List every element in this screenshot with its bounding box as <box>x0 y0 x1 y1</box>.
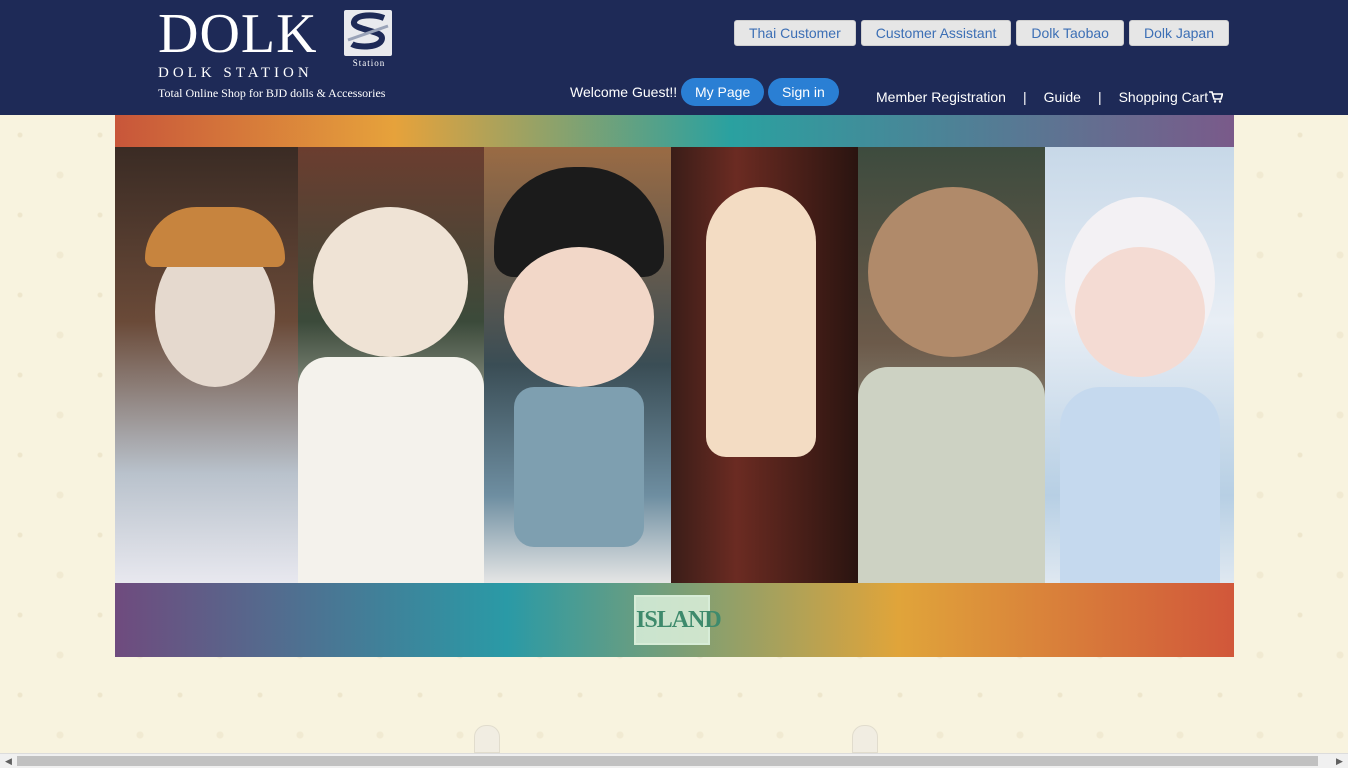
logo-mark-caption: Station <box>352 58 386 68</box>
customer-assistant-button[interactable]: Customer Assistant <box>860 20 1012 46</box>
nav-separator: | <box>1022 89 1027 105</box>
doll-photo-1 <box>115 147 298 583</box>
header-nav: Member Registration | Guide | Shopping C… <box>876 89 1224 105</box>
station-s-logo-icon <box>344 10 392 56</box>
doll-photo-2 <box>298 147 484 583</box>
doll-overalls <box>514 387 644 547</box>
logo-wordmark: DOLK <box>158 3 318 65</box>
scroll-left-arrow-icon[interactable]: ◀ <box>0 754 17 768</box>
logo-tagline: Total Online Shop for BJD dolls & Access… <box>158 86 386 100</box>
doll-outfit <box>858 367 1045 583</box>
horizontal-scrollbar[interactable]: ◀ ▶ <box>0 753 1348 768</box>
external-links: Thai Customer Customer Assistant Dolk Ta… <box>733 20 1229 46</box>
banner-doll-panels <box>115 147 1234 583</box>
dolk-japan-button[interactable]: Dolk Japan <box>1128 20 1229 46</box>
cat-doll-face <box>313 207 468 357</box>
scrollbar-thumb[interactable] <box>17 756 1318 766</box>
doll-outfit <box>298 357 484 583</box>
doll-dress <box>1060 387 1220 583</box>
shopping-cart-label: Shopping Cart <box>1118 89 1209 105</box>
guide-link[interactable]: Guide <box>1044 89 1081 105</box>
doll-photo-3 <box>484 147 671 583</box>
doll-hair <box>145 207 285 267</box>
doll-thumbnail-peek <box>852 725 878 753</box>
doll-body-part <box>706 187 816 457</box>
thai-customer-button[interactable]: Thai Customer <box>733 20 856 46</box>
nav-separator: | <box>1097 89 1102 105</box>
hero-banner[interactable]: ISLAND <box>115 115 1234 657</box>
doll-photo-6 <box>1045 147 1234 583</box>
shopping-cart-link[interactable]: Shopping Cart <box>1119 89 1224 105</box>
doll-photo-5 <box>858 147 1045 583</box>
island-logo: ISLAND <box>634 595 722 645</box>
site-header: DOLK Station DOLK STATION Total Online S… <box>0 0 1348 115</box>
doll-face <box>504 247 654 387</box>
doll-face <box>1075 247 1205 377</box>
dolk-taobao-button[interactable]: Dolk Taobao <box>1016 20 1124 46</box>
doll-thumbnail-peek <box>474 725 500 753</box>
doll-photo-4 <box>671 147 858 583</box>
welcome-text: Welcome Guest!! <box>570 84 678 100</box>
cat-doll-face <box>868 187 1038 357</box>
member-registration-link[interactable]: Member Registration <box>876 89 1006 105</box>
my-page-button[interactable]: My Page <box>681 78 765 106</box>
scroll-right-arrow-icon[interactable]: ▶ <box>1331 754 1348 768</box>
sign-in-button[interactable]: Sign in <box>768 78 839 106</box>
logo-subtitle: DOLK STATION <box>158 65 313 81</box>
cart-icon <box>1209 90 1224 103</box>
site-logo[interactable]: DOLK Station DOLK STATION Total Online S… <box>158 3 418 104</box>
